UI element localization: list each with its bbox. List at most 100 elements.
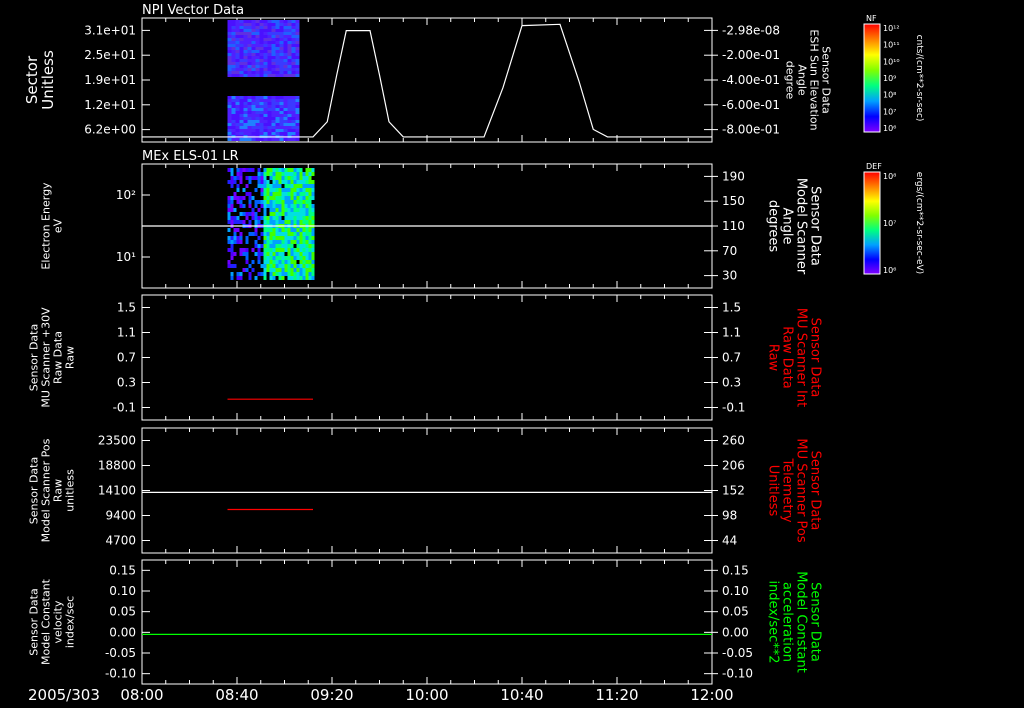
spectrogram-cell [284, 260, 288, 264]
spectrogram-cell [251, 38, 256, 41]
spectrogram-cell [251, 99, 256, 102]
spectrogram-cell [247, 23, 252, 26]
spectrogram-cell [243, 50, 248, 53]
spectrogram-cell [305, 196, 309, 200]
spectrogram-cell [299, 228, 303, 232]
spectrogram-cell [243, 41, 248, 44]
spectrogram-cell [271, 68, 276, 71]
spectrogram-cell [235, 20, 240, 23]
spectrogram-cell [296, 244, 300, 248]
y-axis-label-left-3: Sensor Data MU Scanner +30V Raw Data Raw [28, 307, 77, 408]
spectrogram-cell [231, 117, 236, 120]
y-axis-label-left-2-line: eV [52, 218, 65, 233]
spectrogram-cell [311, 188, 315, 192]
spectrogram-cell [248, 204, 252, 208]
spectrogram-cell [239, 62, 244, 65]
spectrogram-cell [271, 20, 276, 23]
spectrogram-cell [279, 26, 284, 29]
spectrogram-cell [263, 120, 268, 123]
spectrogram-cell [302, 248, 306, 252]
spectrogram-cell [230, 196, 234, 200]
spectrogram-cell [263, 192, 267, 196]
spectrogram-cell [278, 248, 282, 252]
spectrogram-cell [284, 212, 288, 216]
spectrogram-cell [290, 276, 294, 280]
spectrogram-cell [266, 200, 270, 204]
spectrogram-cell [293, 196, 297, 200]
spectrogram-cell [305, 232, 309, 236]
spectrogram-cell [293, 168, 297, 172]
spectrogram-cell [296, 232, 300, 236]
spectrogram-cell [291, 99, 296, 102]
spectrogram-cell [247, 111, 252, 114]
spectrogram-cell [279, 41, 284, 44]
spectrogram-cell [283, 126, 288, 129]
spectrogram-cell [259, 44, 264, 47]
spectrogram-cell [311, 248, 315, 252]
spectrogram-cell [236, 172, 240, 176]
spectrogram-cell [231, 29, 236, 32]
spectrogram-cell [227, 65, 232, 68]
spectrogram-cell [275, 71, 280, 74]
spectrogram-cell [287, 172, 291, 176]
spectrogram-cell [293, 252, 297, 256]
spectrogram-cell [281, 196, 285, 200]
spectrogram-cell [259, 71, 264, 74]
spectrogram-cell [263, 99, 268, 102]
spectrogram-cell [302, 228, 306, 232]
spectrogram-cell [279, 62, 284, 65]
spectrogram-cell [235, 132, 240, 135]
spectrogram-cell [308, 180, 312, 184]
spectrogram-cell [290, 184, 294, 188]
y-tick-label-left: -0.1 [113, 401, 136, 415]
spectrogram-cell [248, 212, 252, 216]
spectrogram-cell [251, 138, 256, 141]
spectrogram-cell [278, 168, 282, 172]
spectrogram-cell [271, 38, 276, 41]
spectrogram-cell [283, 68, 288, 71]
spectrogram-cell [231, 126, 236, 129]
spectrogram-cell [243, 138, 248, 141]
spectrogram-cell [267, 111, 272, 114]
spectrogram-cell [251, 65, 256, 68]
spectrogram-cell [230, 276, 234, 280]
spectrogram-cell [283, 53, 288, 56]
spectrogram-cell [279, 99, 284, 102]
spectrogram-cell [287, 38, 292, 41]
spectrogram-cell [259, 96, 264, 99]
spectrogram-cell [263, 117, 268, 120]
spectrogram-cell [242, 248, 246, 252]
spectrogram-cell [251, 29, 256, 32]
y-axis-label-right-3-line: Raw [766, 344, 781, 372]
spectrogram-cell [299, 208, 303, 212]
spectrogram-cell [278, 192, 282, 196]
spectrogram-cell [255, 20, 260, 23]
spectrogram-cell [287, 102, 292, 105]
spectrogram-cell [267, 32, 272, 35]
spectrogram-cell [284, 216, 288, 220]
spectrogram-cell [227, 120, 232, 123]
spectrogram-cell [243, 99, 248, 102]
spectrogram-cell [255, 23, 260, 26]
spectrogram-cell [283, 132, 288, 135]
spectrogram-cell [290, 268, 294, 272]
spectrogram-cell [235, 105, 240, 108]
spectrogram-cell [269, 276, 273, 280]
spectrogram-cell [281, 192, 285, 196]
spectrogram-cell [263, 108, 268, 111]
spectrogram-cell [257, 236, 261, 240]
spectrogram-cell [255, 126, 260, 129]
spectrogram-cell [255, 114, 260, 117]
spectrogram-cell [230, 248, 234, 252]
spectrogram-cell [251, 41, 256, 44]
spectrogram-cell [283, 26, 288, 29]
spectrogram-cell [236, 184, 240, 188]
spectrogram-cell [295, 129, 300, 132]
spectrogram-cell [259, 56, 264, 59]
spectrogram-cell [302, 188, 306, 192]
spectrogram-cell [251, 129, 256, 132]
spectrogram-cell [272, 192, 276, 196]
spectrogram-cell [272, 264, 276, 268]
spectrogram-cell [257, 200, 261, 204]
spectrogram-cell [227, 62, 232, 65]
